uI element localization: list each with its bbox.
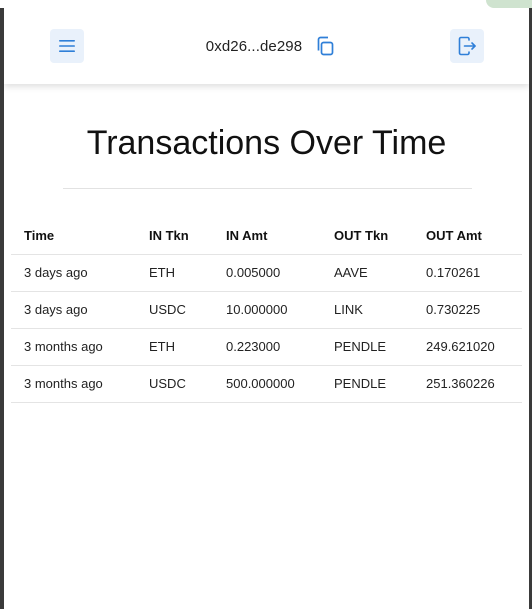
page-title: Transactions Over Time (86, 124, 447, 162)
cell-out-amount: 249.621020 (413, 328, 522, 366)
menu-button[interactable] (50, 29, 84, 63)
table-row: 3 months ago USDC 500.000000 PENDLE 251.… (11, 365, 522, 403)
cell-time: 3 days ago (11, 254, 136, 292)
header-bar: 0xd26...de298 (4, 8, 529, 84)
cell-in-token: ETH (136, 328, 213, 366)
table-row: 3 days ago ETH 0.005000 AAVE 0.170261 (11, 254, 522, 292)
column-header-in-token: IN Tkn (136, 218, 213, 255)
cell-out-token: PENDLE (321, 365, 413, 403)
cell-time: 3 months ago (11, 365, 136, 403)
table-row: 3 days ago USDC 10.000000 LINK 0.730225 (11, 291, 522, 329)
cell-out-token: PENDLE (321, 328, 413, 366)
cell-out-amount: 251.360226 (413, 365, 522, 403)
cell-in-amount: 0.223000 (213, 328, 321, 366)
title-divider (63, 188, 472, 189)
logout-icon (458, 36, 476, 56)
hamburger-icon (59, 40, 75, 52)
column-header-out-token: OUT Tkn (321, 218, 413, 255)
table-header-row: Time IN Tkn IN Amt OUT Tkn OUT Amt (11, 218, 522, 255)
cell-in-token: USDC (136, 291, 213, 329)
corner-decoration (486, 0, 532, 8)
cell-time: 3 months ago (11, 328, 136, 366)
column-header-in-amount: IN Amt (213, 218, 321, 255)
cell-in-amount: 10.000000 (213, 291, 321, 329)
cell-time: 3 days ago (11, 291, 136, 329)
cell-out-token: AAVE (321, 254, 413, 292)
column-header-time: Time (11, 218, 136, 255)
table-row: 3 months ago ETH 0.223000 PENDLE 249.621… (11, 328, 522, 366)
cell-out-amount: 0.170261 (413, 254, 522, 292)
logout-button[interactable] (449, 29, 484, 63)
cell-out-amount: 0.730225 (413, 291, 522, 329)
wallet-address: 0xd26...de298 (205, 37, 303, 55)
wallet-address-group: 0xd26...de298 (206, 35, 336, 57)
cell-in-token: USDC (136, 365, 213, 403)
app-window: 0xd26...de298 Transactions Over Time Tim… (4, 8, 529, 609)
cell-in-amount: 500.000000 (213, 365, 321, 403)
cell-out-token: LINK (321, 291, 413, 329)
copy-icon (317, 36, 334, 56)
cell-in-amount: 0.005000 (213, 254, 321, 292)
transactions-table: Time IN Tkn IN Amt OUT Tkn OUT Amt 3 day… (11, 218, 522, 403)
window-top-strip (0, 0, 532, 8)
cell-in-token: ETH (136, 254, 213, 292)
column-header-out-amount: OUT Amt (413, 218, 522, 255)
copy-address-button[interactable] (314, 35, 336, 57)
